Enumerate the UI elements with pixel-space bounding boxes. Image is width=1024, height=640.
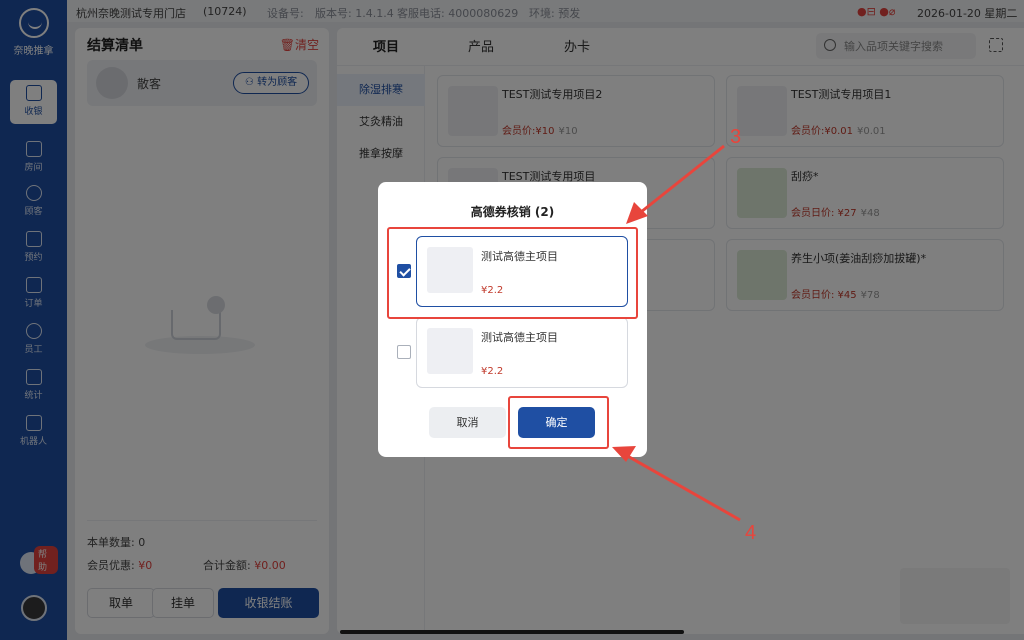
annotation-arrows: [612, 144, 741, 522]
annotation-step-3: 3: [730, 126, 742, 148]
annotation-step-4: 4: [745, 522, 757, 544]
